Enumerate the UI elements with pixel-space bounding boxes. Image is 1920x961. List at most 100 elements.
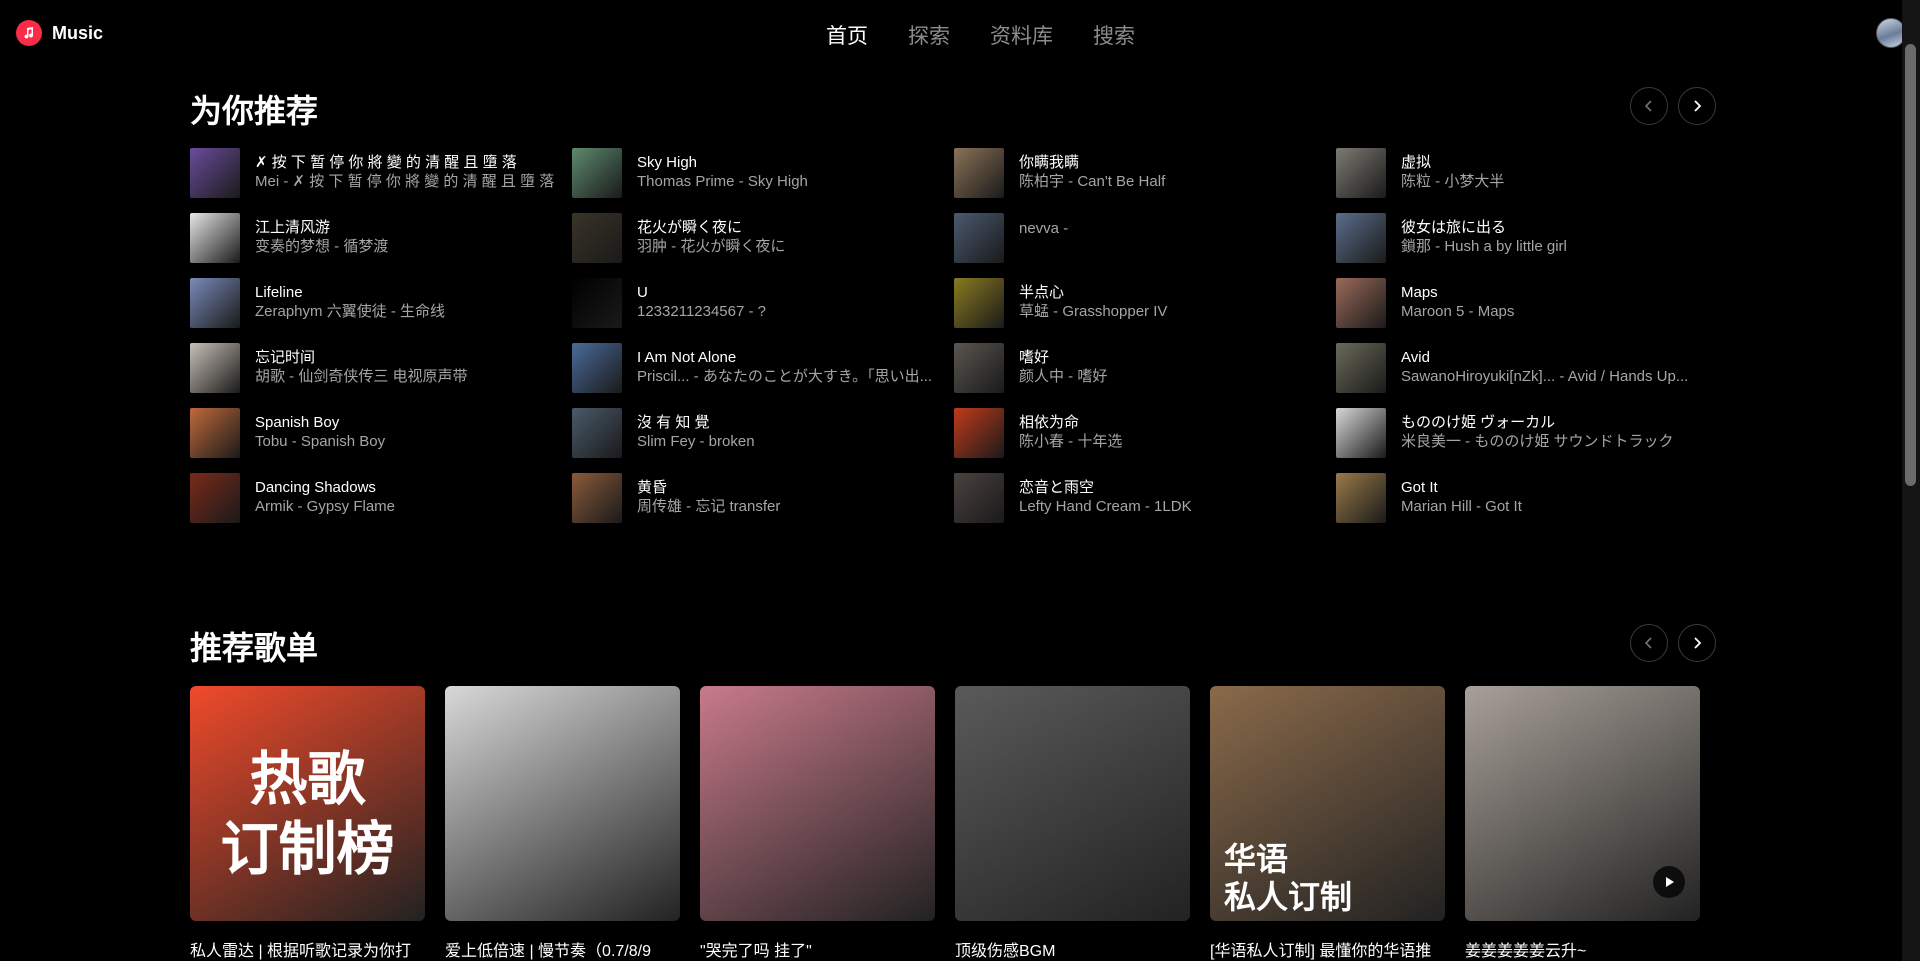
- playlist-card[interactable]: 爱上低倍速 | 慢节奏（0.7/8/9: [445, 686, 680, 961]
- play-button[interactable]: [1653, 866, 1685, 898]
- song-item[interactable]: 沒 有 知 覺 Slim Fey - broken: [572, 408, 954, 473]
- playlist-card[interactable]: 热歌 订制榜私人雷达 | 根据听歌记录为你打: [190, 686, 425, 961]
- song-item[interactable]: 嗜好 颜人中 - 嗜好: [954, 343, 1336, 408]
- recommended-prev-button[interactable]: [1630, 87, 1668, 125]
- song-item[interactable]: Maps Maroon 5 - Maps: [1336, 278, 1718, 343]
- song-artist-album[interactable]: Priscil... - あなたのことが大すき。「思い出...: [637, 367, 937, 386]
- song-item[interactable]: 虚拟 陈粒 - 小梦大半: [1336, 148, 1718, 213]
- song-item[interactable]: nevva -: [954, 213, 1336, 278]
- song-item[interactable]: Sky High Thomas Prime - Sky High: [572, 148, 954, 213]
- song-artist-album[interactable]: 米良美一 - もののけ姫 サウンドトラック: [1401, 432, 1701, 451]
- playlists-next-button[interactable]: [1678, 624, 1716, 662]
- song-title[interactable]: 忘记时间: [255, 343, 555, 367]
- song-artist-album[interactable]: Slim Fey - broken: [637, 432, 937, 451]
- song-title[interactable]: 恋音と雨空: [1019, 473, 1319, 497]
- song-item[interactable]: 你瞒我瞒 陈柏宇 - Can't Be Half: [954, 148, 1336, 213]
- song-title[interactable]: Got It: [1401, 473, 1701, 497]
- playlist-cover[interactable]: [700, 686, 935, 921]
- song-artist-album[interactable]: 变奏的梦想 - 循梦渡: [255, 237, 555, 256]
- page-scrollbar[interactable]: [1902, 0, 1920, 961]
- song-title[interactable]: 江上清风游: [255, 213, 555, 237]
- song-item[interactable]: I Am Not Alone Priscil... - あなたのことが大すき。「思…: [572, 343, 954, 408]
- playlist-card[interactable]: 顶级伤感BGM: [955, 686, 1190, 961]
- playlist-cover[interactable]: 华语 私人订制: [1210, 686, 1445, 921]
- song-item[interactable]: 江上清风游 变奏的梦想 - 循梦渡: [190, 213, 572, 278]
- song-artist-album[interactable]: Zeraphym 六翼使徒 - 生命线: [255, 302, 555, 321]
- song-artist-album[interactable]: 羽肿 - 花火が瞬く夜に: [637, 237, 937, 256]
- song-artist-album[interactable]: 1233211234567 - ?: [637, 302, 937, 321]
- song-artist-album[interactable]: nevva -: [1019, 219, 1319, 238]
- song-title[interactable]: Spanish Boy: [255, 408, 555, 432]
- song-title[interactable]: ✗ 按 下 暂 停 你 將 變 的 清 醒 且 墮 落: [255, 148, 555, 172]
- playlist-title[interactable]: "哭完了吗 挂了": [700, 937, 935, 961]
- song-artist-album[interactable]: Marian Hill - Got It: [1401, 497, 1701, 516]
- song-item[interactable]: Spanish Boy Tobu - Spanish Boy: [190, 408, 572, 473]
- song-title[interactable]: U: [637, 278, 937, 302]
- song-item[interactable]: Avid SawanoHiroyuki[nZk]... - Avid / Hand…: [1336, 343, 1718, 408]
- playlist-cover[interactable]: [955, 686, 1190, 921]
- playlist-title[interactable]: 顶级伤感BGM: [955, 937, 1190, 961]
- song-artist-album[interactable]: 鎖那 - Hush a by little girl: [1401, 237, 1701, 256]
- song-title[interactable]: 虚拟: [1401, 148, 1701, 172]
- song-item[interactable]: Got It Marian Hill - Got It: [1336, 473, 1718, 538]
- nav-library[interactable]: 资料库: [990, 20, 1053, 50]
- playlist-title[interactable]: [华语私人订制] 最懂你的华语推: [1210, 937, 1445, 961]
- song-title[interactable]: もののけ姫 ヴォーカル: [1401, 408, 1701, 432]
- playlist-card[interactable]: 华语 私人订制 [华语私人订制] 最懂你的华语推: [1210, 686, 1445, 961]
- song-artist-album[interactable]: Thomas Prime - Sky High: [637, 172, 937, 191]
- song-title[interactable]: 半点心: [1019, 278, 1319, 302]
- song-item[interactable]: Lifeline Zeraphym 六翼使徒 - 生命线: [190, 278, 572, 343]
- song-title[interactable]: Dancing Shadows: [255, 473, 555, 497]
- song-item[interactable]: 半点心 草蜢 - Grasshopper IV: [954, 278, 1336, 343]
- song-title[interactable]: Avid: [1401, 343, 1701, 367]
- song-artist-album[interactable]: Maroon 5 - Maps: [1401, 302, 1701, 321]
- playlist-title[interactable]: 爱上低倍速 | 慢节奏（0.7/8/9: [445, 937, 680, 961]
- song-title[interactable]: 彼女は旅に出る: [1401, 213, 1701, 237]
- playlist-title[interactable]: 私人雷达 | 根据听歌记录为你打: [190, 937, 425, 961]
- song-item[interactable]: Dancing Shadows Armik - Gypsy Flame: [190, 473, 572, 538]
- song-item[interactable]: 忘记时间 胡歌 - 仙剑奇侠传三 电视原声带: [190, 343, 572, 408]
- song-title[interactable]: 花火が瞬く夜に: [637, 213, 937, 237]
- playlist-card[interactable]: "哭完了吗 挂了": [700, 686, 935, 961]
- song-artist-album[interactable]: Tobu - Spanish Boy: [255, 432, 555, 451]
- song-item[interactable]: 相依为命 陈小春 - 十年选: [954, 408, 1336, 473]
- song-title[interactable]: 沒 有 知 覺: [637, 408, 937, 432]
- song-item[interactable]: 彼女は旅に出る 鎖那 - Hush a by little girl: [1336, 213, 1718, 278]
- song-item[interactable]: 黄昏 周传雄 - 忘记 transfer: [572, 473, 954, 538]
- playlist-card[interactable]: 姜姜姜姜姜云升~: [1465, 686, 1700, 961]
- song-title[interactable]: Sky High: [637, 148, 937, 172]
- song-artist-album[interactable]: Mei - ✗ 按 下 暂 停 你 將 變 的 清 醒 且 墮 落: [255, 172, 555, 191]
- song-title[interactable]: 你瞒我瞒: [1019, 148, 1319, 172]
- playlists-prev-button[interactable]: [1630, 624, 1668, 662]
- recommended-next-button[interactable]: [1678, 87, 1716, 125]
- song-artist-album[interactable]: 颜人中 - 嗜好: [1019, 367, 1319, 386]
- song-title[interactable]: 黄昏: [637, 473, 937, 497]
- song-title[interactable]: 嗜好: [1019, 343, 1319, 367]
- song-title[interactable]: Maps: [1401, 278, 1701, 302]
- song-item[interactable]: 花火が瞬く夜に 羽肿 - 花火が瞬く夜に: [572, 213, 954, 278]
- song-artist-album[interactable]: 陈小春 - 十年选: [1019, 432, 1319, 451]
- app-logo[interactable]: Music: [16, 20, 103, 46]
- song-item[interactable]: 恋音と雨空 Lefty Hand Cream - 1LDK: [954, 473, 1336, 538]
- song-artist-album[interactable]: 周传雄 - 忘记 transfer: [637, 497, 937, 516]
- playlist-cover[interactable]: 热歌 订制榜: [190, 686, 425, 921]
- nav-explore[interactable]: 探索: [908, 20, 950, 50]
- song-artist-album[interactable]: Lefty Hand Cream - 1LDK: [1019, 497, 1319, 516]
- song-title[interactable]: Lifeline: [255, 278, 555, 302]
- song-artist-album[interactable]: 草蜢 - Grasshopper IV: [1019, 302, 1319, 321]
- song-title[interactable]: I Am Not Alone: [637, 343, 937, 367]
- song-artist-album[interactable]: SawanoHiroyuki[nZk]... - Avid / Hands Up…: [1401, 367, 1701, 386]
- song-artist-album[interactable]: 陈柏宇 - Can't Be Half: [1019, 172, 1319, 191]
- song-item[interactable]: U 1233211234567 - ?: [572, 278, 954, 343]
- playlist-cover[interactable]: [445, 686, 680, 921]
- playlist-title[interactable]: 姜姜姜姜姜云升~: [1465, 937, 1700, 961]
- nav-home[interactable]: 首页: [826, 20, 868, 50]
- song-title[interactable]: 相依为命: [1019, 408, 1319, 432]
- scrollbar-thumb[interactable]: [1905, 44, 1916, 486]
- song-artist-album[interactable]: 胡歌 - 仙剑奇侠传三 电视原声带: [255, 367, 555, 386]
- song-item[interactable]: もののけ姫 ヴォーカル 米良美一 - もののけ姫 サウンドトラック: [1336, 408, 1718, 473]
- nav-search[interactable]: 搜索: [1093, 20, 1135, 50]
- song-artist-album[interactable]: Armik - Gypsy Flame: [255, 497, 555, 516]
- song-artist-album[interactable]: 陈粒 - 小梦大半: [1401, 172, 1701, 191]
- song-item[interactable]: ✗ 按 下 暂 停 你 將 變 的 清 醒 且 墮 落 Mei - ✗ 按 下 暂…: [190, 148, 572, 213]
